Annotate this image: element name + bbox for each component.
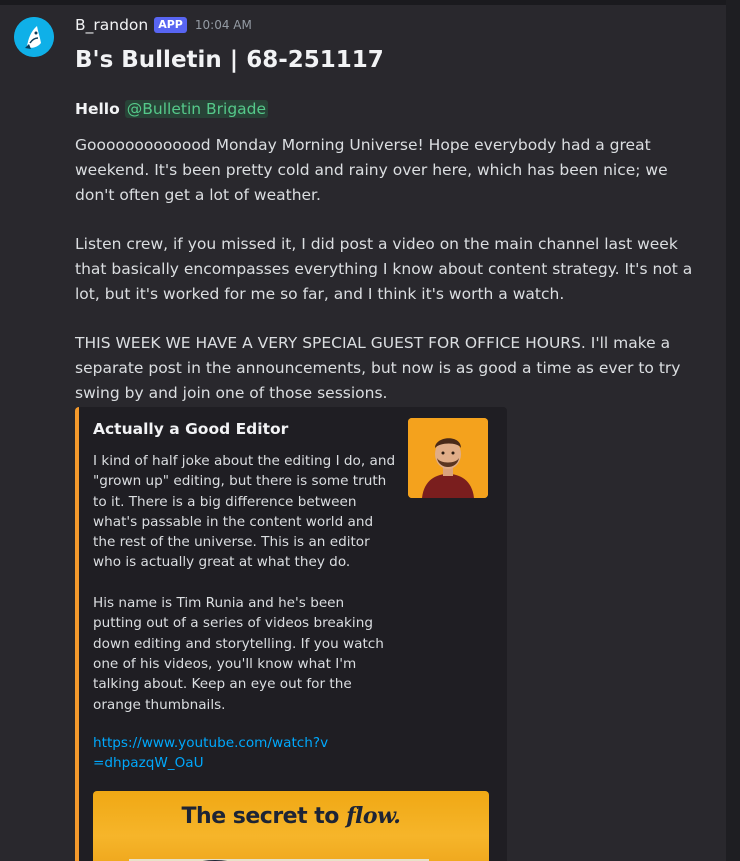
scrollbar-track[interactable]: [726, 0, 740, 861]
embed-image-text-prefix: The secret to: [181, 804, 347, 829]
message-paragraph: Gooooooooooood Monday Morning Universe! …: [75, 136, 668, 204]
greeting-line: Hello @Bulletin Brigade: [75, 100, 269, 118]
message-paragraph: THIS WEEK WE HAVE A VERY SPECIAL GUEST F…: [75, 334, 681, 402]
embed-paragraph: His name is Tim Runia and he's been putt…: [93, 595, 384, 713]
embed-description: I kind of half joke about the editing I …: [93, 451, 397, 735]
message-paragraph: Listen crew, if you missed it, I did pos…: [75, 235, 693, 303]
message-header: B_randon APP 10:04 AM: [75, 15, 252, 35]
shark-icon: [14, 17, 54, 57]
avatar[interactable]: [14, 17, 54, 57]
message-body: Gooooooooooood Monday Morning Universe! …: [75, 133, 705, 406]
timestamp[interactable]: 10:04 AM: [195, 18, 252, 32]
person-portrait-image: [408, 418, 488, 498]
embed-thumbnail[interactable]: [408, 418, 488, 498]
message-title: B's Bulletin | 68-251117: [75, 47, 384, 73]
link-embed: Actually a Good Editor I kind of half jo…: [75, 407, 507, 861]
greeting-text: Hello: [75, 100, 120, 118]
message-area: B_randon APP 10:04 AM B's Bulletin | 68-…: [0, 5, 726, 861]
embed-image[interactable]: The secret to flow.: [93, 791, 489, 861]
embed-link[interactable]: https://www.youtube.com/watch?v=dhpazqW_…: [93, 733, 333, 774]
embed-paragraph: I kind of half joke about the editing I …: [93, 453, 396, 571]
embed-image-text-italic: flow.: [346, 803, 401, 829]
app-window: B_randon APP 10:04 AM B's Bulletin | 68-…: [0, 0, 740, 861]
embed-title: Actually a Good Editor: [93, 420, 289, 438]
app-badge: APP: [154, 17, 187, 33]
username[interactable]: B_randon: [75, 16, 148, 34]
role-mention[interactable]: @Bulletin Brigade: [124, 100, 269, 118]
embed-image-caption: The secret to flow.: [93, 803, 489, 829]
timeline-graphic: [129, 859, 429, 861]
